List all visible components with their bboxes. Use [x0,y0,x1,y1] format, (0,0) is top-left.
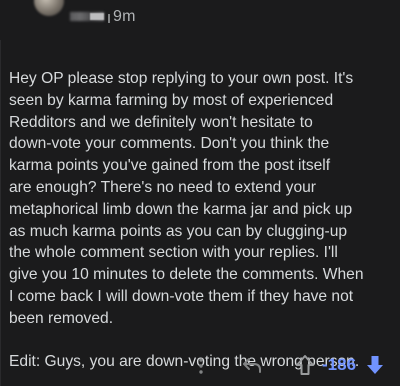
username-redacted-tail [90,13,104,20]
upvote-icon[interactable] [294,353,316,377]
vote-score: -186 [322,355,357,374]
thread-line[interactable] [0,40,1,386]
more-options-icon[interactable] [195,356,207,376]
reply-icon[interactable] [240,353,264,377]
comment-card: 9m Hey OP please stop replying to your o… [0,0,400,386]
comment-body: Hey OP please stop replying to your own … [9,68,395,373]
comment-header: 9m [0,0,400,40]
comment-text: Hey OP please stop replying to your own … [9,70,364,327]
separator [108,14,110,23]
downvote-icon[interactable] [364,353,386,377]
comment-actions: -186 [0,350,400,380]
comment-timestamp: 9m [113,8,136,25]
avatar[interactable] [34,0,64,16]
